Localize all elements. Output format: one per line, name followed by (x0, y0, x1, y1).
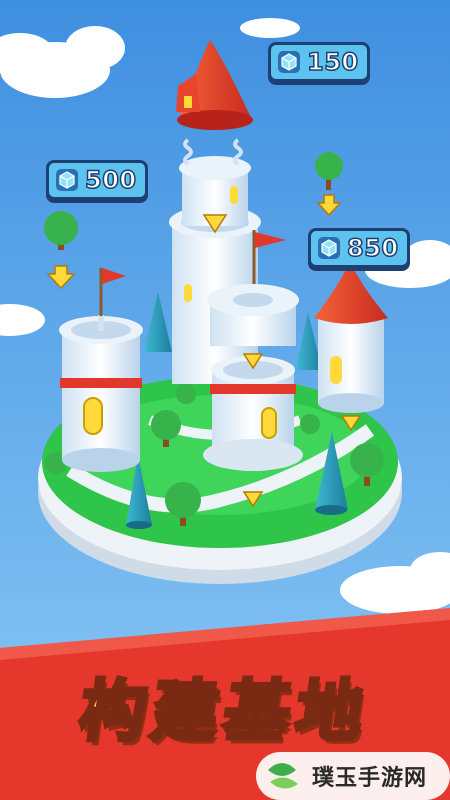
banner-title: 构建基地 (73, 671, 376, 752)
watermark: 璞玉手游网 (268, 754, 448, 798)
price-value: 850 (346, 233, 399, 263)
price-tag-top[interactable]: 150 (268, 42, 370, 82)
cloud-icon (240, 18, 300, 38)
gem-cube-icon (56, 169, 78, 191)
watermark-text: 璞玉手游网 (312, 766, 428, 791)
price-value: 150 (306, 47, 359, 77)
gem-cube-icon (278, 51, 300, 73)
price-value: 500 (84, 165, 137, 195)
gem-cube-icon (318, 237, 340, 259)
price-tag-right[interactable]: 850 (308, 228, 410, 268)
price-tag-left[interactable]: 500 (46, 160, 148, 200)
tree-icon (176, 384, 196, 404)
tree-icon (300, 414, 320, 434)
